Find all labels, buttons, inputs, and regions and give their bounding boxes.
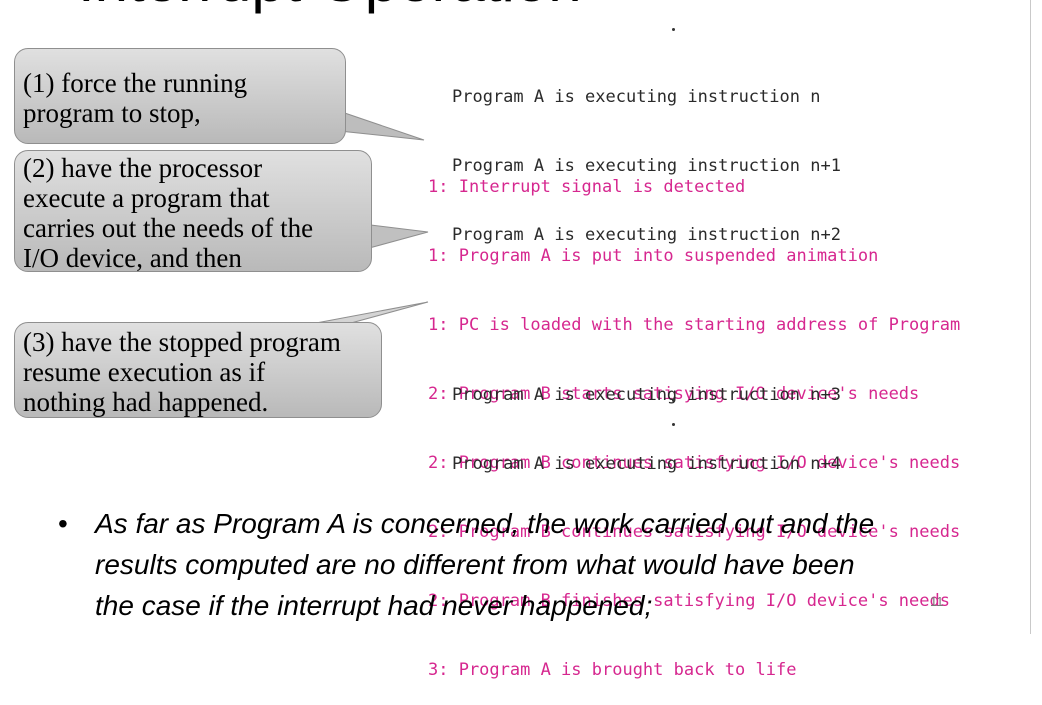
code-line: Program A is executing instruction n <box>452 87 821 107</box>
callout-line: carries out the needs of the <box>23 213 314 243</box>
bullet-line: the case if the interrupt had never happ… <box>95 590 653 621</box>
code-line: Program A is executing instruction n+4 <box>452 454 841 474</box>
code-after-interrupt: Program A is executing instruction n+3 P… <box>452 338 841 499</box>
callout-line: program to stop, <box>23 98 201 128</box>
callout-force-stop: (1) force the running program to stop, <box>14 48 346 144</box>
code-line: 1: PC is loaded with the starting addres… <box>428 315 961 335</box>
callout-execute-handler: (2) have the processor execute a program… <box>14 150 372 273</box>
slide-number: 11 <box>930 594 944 609</box>
bullet-line: results computed are no different from w… <box>95 549 855 580</box>
callout-resume-execution: (3) have the stopped program resume exec… <box>14 322 382 418</box>
callout-line: (3) have the stopped program <box>23 327 341 357</box>
ellipsis-dot <box>672 28 675 31</box>
code-line: 1: Interrupt signal is detected <box>428 177 746 197</box>
callout-line: (1) force the running <box>23 68 248 98</box>
callout-line: (2) have the processor <box>23 153 263 183</box>
code-line: 3: Program A is brought back to life <box>428 660 797 680</box>
bullet-marker: • <box>58 508 68 539</box>
ellipsis-dot <box>672 399 675 402</box>
code-line: Program A is executing instruction n+3 <box>452 385 841 405</box>
callout-line: nothing had happened. <box>23 387 269 417</box>
bullet-text: As far as Program A is concerned, the wo… <box>95 503 985 626</box>
bullet-line: As far as Program A is concerned, the wo… <box>95 508 875 539</box>
callout-line: I/O device, and then <box>23 243 242 273</box>
code-line: 1: Program A is put into suspended anima… <box>428 246 879 266</box>
callout-line: execute a program that <box>23 183 270 213</box>
ellipsis-dot <box>672 423 675 426</box>
callout-line: resume execution as if <box>23 357 266 387</box>
